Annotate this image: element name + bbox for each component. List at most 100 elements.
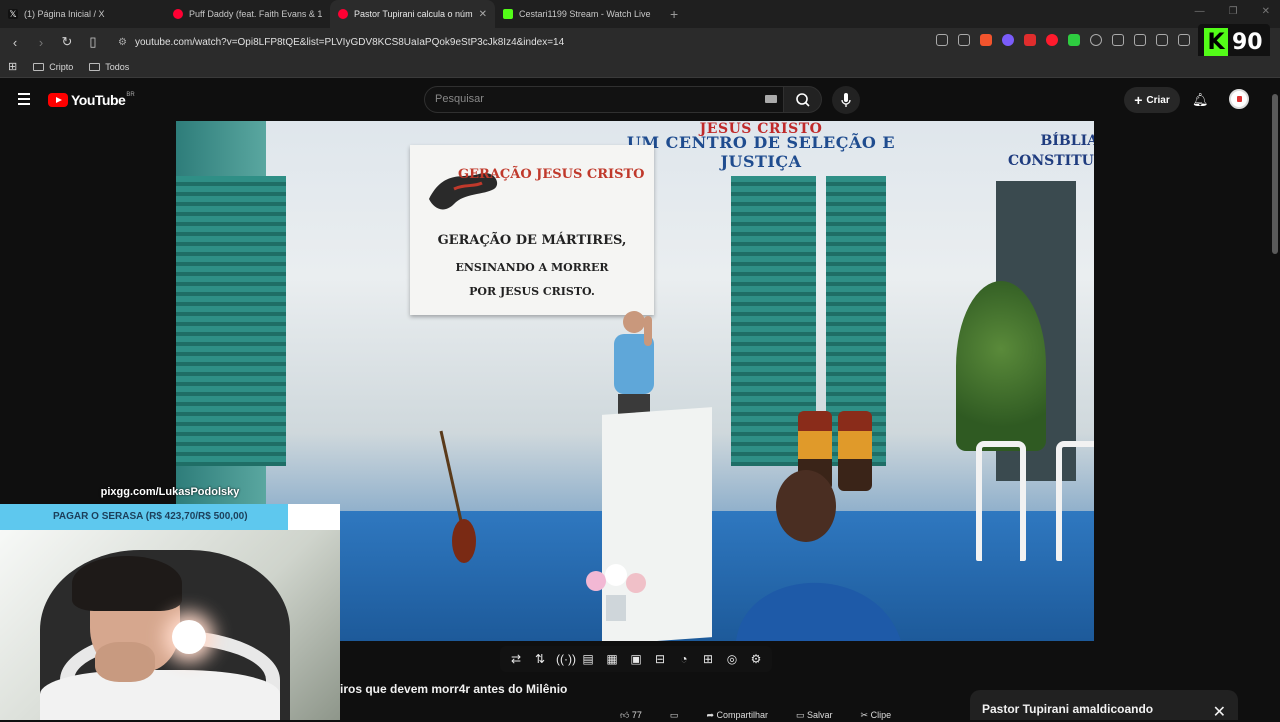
youtube-wordmark: YouTube (71, 92, 126, 108)
video-actions: 👍︎ 77 ▭ ➦ Compartilhar ▭ Salvar ✂ Clipe (620, 710, 891, 721)
create-button[interactable]: + Criar (1124, 87, 1180, 113)
voice-search-button[interactable] (832, 86, 860, 114)
microphone-icon (841, 93, 851, 107)
share-button[interactable]: ➦ Compartilhar (706, 710, 768, 721)
webcam-shirt (40, 670, 280, 720)
save-label: Salvar (807, 710, 833, 720)
streamer-webcam (0, 530, 340, 720)
banner-text: UM CENTRO DE SELEÇÃO E JUSTIÇA (626, 133, 896, 171)
tab-puff-daddy[interactable]: Puff Daddy (feat. Faith Evans & 112) (165, 0, 330, 28)
media-icon[interactable] (1134, 34, 1146, 46)
brave-shield-icon[interactable] (980, 34, 992, 46)
extension-purple-icon[interactable] (1002, 34, 1014, 46)
plus-icon: + (1134, 92, 1143, 108)
menu-icon[interactable] (18, 93, 30, 108)
apps-grid-icon[interactable]: ⊞ (8, 60, 17, 73)
kick-logo-icon: K (1204, 28, 1228, 56)
bookmark-folder-cripto[interactable]: Cripto (33, 62, 73, 72)
search-input[interactable]: Pesquisar (424, 86, 784, 113)
extensions-puzzle-icon[interactable] (1112, 34, 1124, 46)
add-icon[interactable]: ⊞ (700, 652, 716, 666)
video-title: iros que devem morr4r antes do Milênio (340, 682, 568, 696)
extension-opera-icon[interactable] (1046, 34, 1058, 46)
maximize-icon[interactable]: ❐ (1229, 6, 1238, 17)
screenshot-icon[interactable]: ◎ (724, 652, 740, 666)
loop-icon[interactable]: ⇄ (508, 652, 524, 666)
sign-line-4: POR JESUS CRISTO. (469, 285, 595, 298)
sidebar-icon[interactable] (1178, 34, 1190, 46)
avatar[interactable] (1229, 89, 1249, 109)
pip-icon[interactable]: ▣ (628, 652, 644, 666)
reload-icon[interactable]: ↻ (60, 34, 74, 50)
youtube-logo[interactable]: YouTube BR (48, 92, 135, 108)
tab-kick-stream[interactable]: Cestari1199 Stream - Watch Live on (495, 0, 660, 28)
sign-line-3: ENSINANDO A MORRER (455, 261, 609, 274)
close-window-icon[interactable]: ✕ (1262, 6, 1270, 17)
miniplayer-panel[interactable]: Pastor Tupirani amaldicoando ✕ (970, 690, 1238, 722)
tab-title: (1) Página Inicial / X (24, 9, 105, 19)
bookmark-icon[interactable]: ▯ (86, 34, 100, 50)
scrollbar-thumb[interactable] (1272, 94, 1278, 254)
bookmark-folder-todos[interactable]: Todos (89, 62, 129, 72)
right-sign-line: CONSTITUI (1008, 153, 1094, 169)
goal-text: PAGAR O SERASA (R$ 423,70/R$ 500,00) (53, 511, 248, 522)
notifications-bell-icon[interactable]: 🔔︎ (1192, 92, 1209, 108)
x-favicon-icon: 𝕏 (8, 9, 18, 19)
clip-button[interactable]: ✂ Clipe (861, 710, 892, 721)
search-placeholder: Pesquisar (435, 93, 484, 105)
webcam-light (172, 620, 206, 654)
youtube-header: YouTube BR Pesquisar + Criar 🔔︎ (0, 80, 1270, 120)
video-scene-guitar (439, 430, 476, 563)
webcam-hair (72, 556, 182, 611)
sort-icon[interactable]: ⇅ (532, 652, 548, 666)
grid-icon[interactable]: ⊟ (652, 652, 668, 666)
dislike-button[interactable]: ▭ (670, 710, 679, 721)
share-icon[interactable] (958, 34, 970, 46)
browser-tab-bar: 𝕏 (1) Página Inicial / X Puff Daddy (fea… (0, 0, 1280, 28)
youtube-favicon-icon (173, 9, 183, 19)
create-label: Criar (1146, 94, 1170, 106)
like-button[interactable]: 👍︎ 77 (620, 710, 642, 721)
kick-favicon-icon (503, 9, 513, 19)
url-field[interactable]: ⚙ youtube.com/watch?v=Opi8LFP8tQE&list=P… (118, 37, 564, 48)
youtube-favicon-icon (338, 9, 348, 19)
video-scene-chair (1056, 441, 1094, 561)
playlist-icon[interactable]: ▤ (580, 652, 596, 666)
back-icon[interactable]: ‹ (8, 35, 22, 50)
url-text: youtube.com/watch?v=Opi8LFP8tQE&list=PLV… (134, 36, 565, 48)
video-scene-right-sign: BÍBLIA CONSTITUI (1008, 131, 1094, 171)
right-sign-line: BÍBLIA (1040, 133, 1094, 149)
forward-icon[interactable]: › (34, 35, 48, 50)
stream-icon[interactable]: ((·)) (556, 652, 576, 666)
banner-red-text: JESUS CRISTO (699, 121, 823, 137)
close-tab-icon[interactable]: ✕ (479, 9, 487, 20)
save-button[interactable]: ▭ Salvar (796, 710, 833, 721)
bookmark-label: Todos (105, 61, 130, 72)
site-info-icon[interactable]: ⚙ (118, 37, 127, 48)
close-icon[interactable]: ✕ (1213, 702, 1226, 722)
tab-pastor-tupirani[interactable]: Pastor Tupirani calcula o núm ✕ (330, 0, 495, 28)
music-icon[interactable] (1156, 34, 1168, 46)
film-icon[interactable]: ▦ (604, 652, 620, 666)
window-controls: — ❐ ✕ (1195, 6, 1270, 17)
page-scrollbar[interactable] (1270, 80, 1280, 720)
search-button[interactable] (784, 86, 822, 113)
player-controls-bar: ⇄ ⇅ ((·)) ▤ ▦ ▣ ⊟ ◔ ⊞ ◎ ⚙ (500, 646, 772, 672)
bookmarks-bar: ⊞ Cripto Todos (0, 56, 1280, 78)
folder-icon (33, 62, 45, 71)
keyboard-icon[interactable] (765, 95, 777, 103)
extension-green-icon[interactable] (1068, 34, 1080, 46)
cast-icon[interactable] (936, 34, 948, 46)
extension-gear-icon[interactable] (1090, 34, 1102, 46)
settings-icon[interactable]: ⚙ (748, 652, 764, 666)
donation-goal-bar: PAGAR O SERASA (R$ 423,70/R$ 500,00) (0, 504, 340, 530)
video-scene-flowers (586, 564, 646, 621)
extension-red-icon[interactable] (1024, 34, 1036, 46)
folder-icon (89, 62, 101, 71)
video-scene-window (176, 176, 286, 466)
kick-viewer-widget: K 90 (1198, 24, 1270, 60)
speed-icon[interactable]: ◔ (676, 652, 692, 666)
new-tab-button[interactable]: + (660, 0, 688, 28)
minimize-icon[interactable]: — (1195, 6, 1205, 17)
tab-x-home[interactable]: 𝕏 (1) Página Inicial / X (0, 0, 165, 28)
